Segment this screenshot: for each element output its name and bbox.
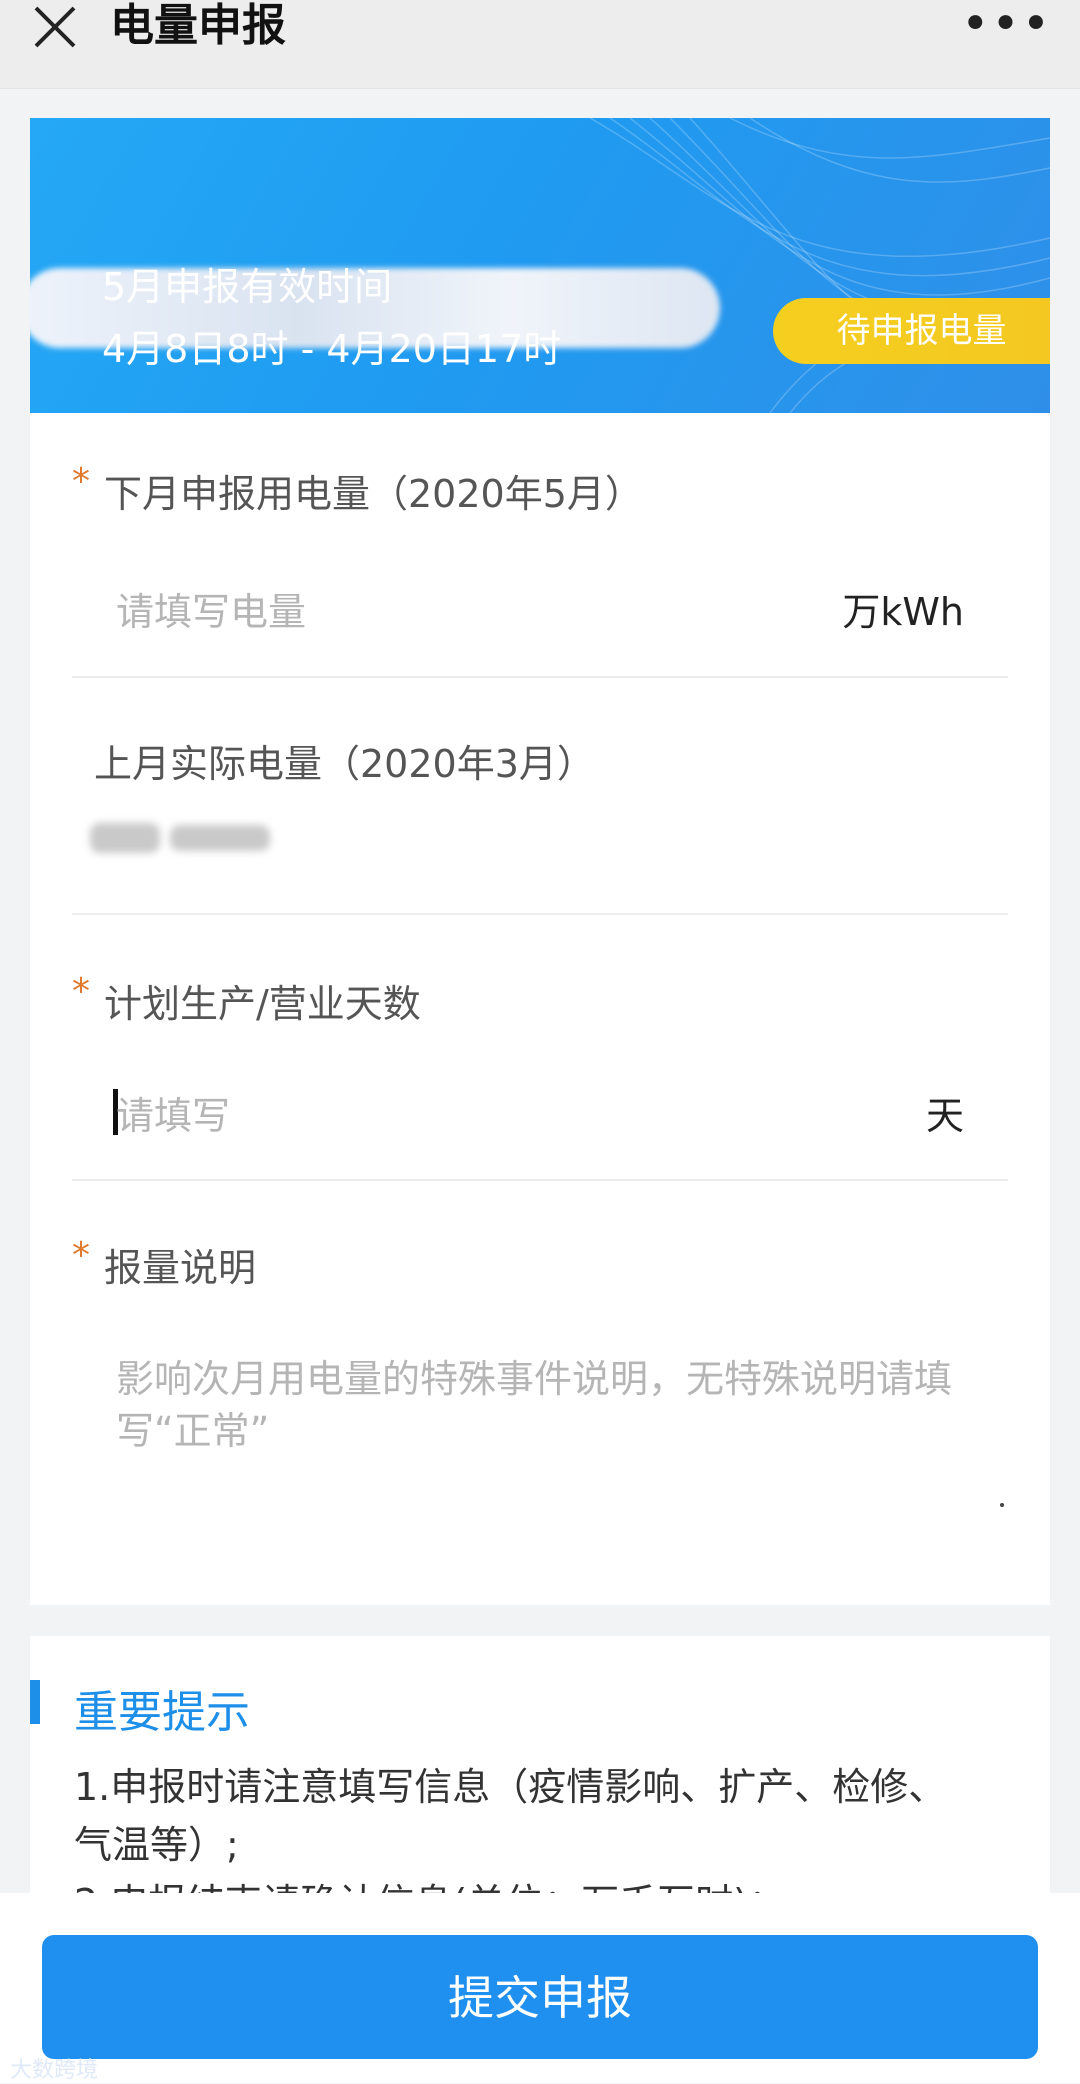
days-input[interactable]: 请填写 [116, 1085, 230, 1140]
tips-title: 重要提示 [74, 1687, 250, 1738]
required-mark: * [72, 461, 90, 502]
note-label: 报量说明 [104, 1246, 257, 1290]
days-unit: 天 [925, 1094, 964, 1138]
period-banner: ••• 5月申报有效时间 4月8日8时 - 4月20日17时 [30, 118, 1050, 413]
report-form: * 下月申报用电量（2020年5月） 请填写电量 万kWh 上月实际电量（202… [30, 413, 1050, 1605]
next-month-input[interactable]: 请填写电量 [116, 581, 306, 636]
period-heading: 5月申报有效时间 [102, 265, 393, 309]
close-icon[interactable] [30, 2, 80, 52]
tips-accent-bar [30, 1680, 40, 1724]
top-bar: 电量申报 ••• [0, 0, 1080, 89]
page-title: 电量申报 [110, 0, 286, 51]
period-range: 4月8日8时 - 4月20日17时 [102, 327, 562, 371]
kwh-unit: 万kWh [842, 590, 964, 634]
submit-button[interactable]: 提交申报 [42, 1935, 1038, 2059]
next-month-label: 下月申报用电量（2020年5月） [104, 472, 643, 516]
divider [72, 913, 1008, 915]
days-label: 计划生产/营业天数 [104, 982, 421, 1026]
divider [72, 676, 1008, 678]
resize-handle-icon[interactable] [1000, 1503, 1004, 1507]
important-tips: 重要提示 1.申报时请注意填写信息（疫情影响、扩产、检修、 气温等）; 2.申报… [30, 1636, 1050, 1896]
watermark: 大数跨境 [10, 2058, 99, 2083]
last-month-label: 上月实际电量（2020年3月） [94, 742, 595, 786]
note-textarea[interactable]: 影响次月用电量的特殊事件说明，无特殊说明请填写“正常” [116, 1353, 996, 1457]
tip-line: 1.申报时请注意填写信息（疫情影响、扩产、检修、 [74, 1765, 947, 1809]
blurred-value [170, 825, 270, 851]
status-badge: 待申报电量 [773, 298, 1050, 364]
required-mark: * [72, 1235, 90, 1276]
more-dots-icon[interactable]: ••• [961, 0, 1052, 48]
blurred-value [90, 823, 160, 853]
required-mark: * [72, 971, 90, 1012]
tip-line: 气温等）; [74, 1823, 239, 1867]
divider [72, 1179, 1008, 1181]
